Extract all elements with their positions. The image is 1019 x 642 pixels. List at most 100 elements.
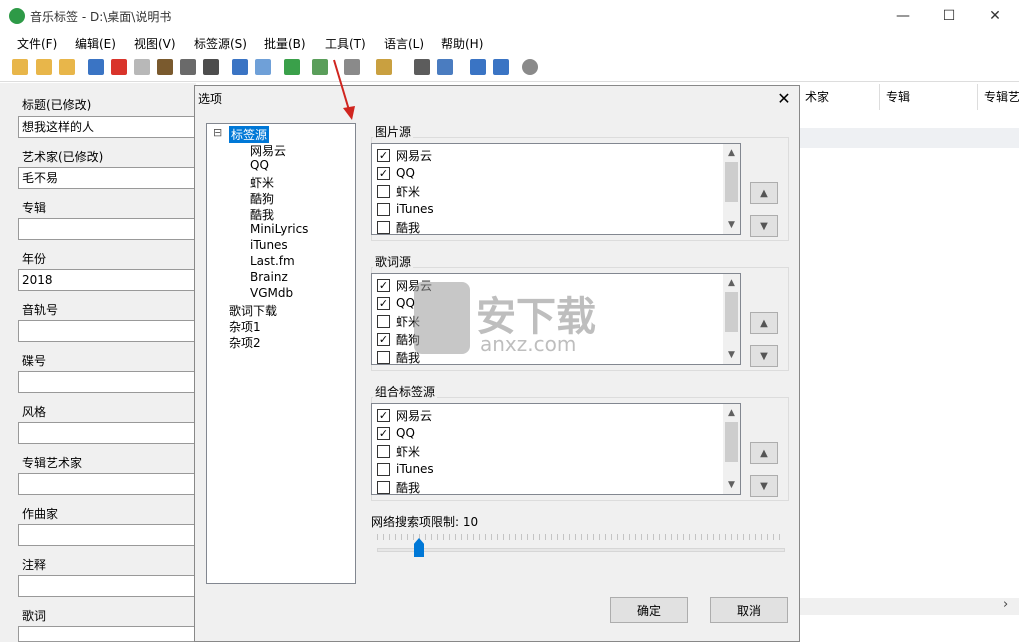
list-scrollbar[interactable]: ▲ ▼ xyxy=(723,144,740,234)
slider-thumb[interactable] xyxy=(414,538,424,557)
list-scrollbar[interactable]: ▲ ▼ xyxy=(723,274,740,364)
tools-icon[interactable] xyxy=(414,59,430,75)
list-item[interactable]: 虾米 xyxy=(377,442,420,460)
close-button[interactable]: ✕ xyxy=(972,0,1018,32)
combined-source-up-button[interactable]: ▲ xyxy=(750,442,778,464)
album-field[interactable] xyxy=(18,218,196,240)
ok-button[interactable]: 确定 xyxy=(610,597,688,623)
tree-node-brainz[interactable]: Brainz xyxy=(250,270,288,284)
checkbox[interactable] xyxy=(377,350,390,364)
tree-node-tag-source[interactable]: 标签源 xyxy=(229,126,270,143)
scroll-right-icon[interactable]: › xyxy=(1003,597,1008,612)
menu-file[interactable]: 文件(F) xyxy=(17,35,57,52)
maximize-button[interactable]: ☐ xyxy=(926,0,972,32)
delete-icon[interactable] xyxy=(111,59,127,75)
tree-node-lastfm[interactable]: Last.fm xyxy=(250,254,295,268)
composer-field[interactable] xyxy=(18,524,196,546)
menu-view[interactable]: 视图(V) xyxy=(134,35,176,52)
search-limit-slider[interactable] xyxy=(377,548,785,552)
tree-node-misc1[interactable]: 杂项1 xyxy=(229,318,261,335)
scroll-down-icon[interactable]: ▼ xyxy=(725,478,738,492)
track-field[interactable] xyxy=(18,320,196,342)
tree-node-qq[interactable]: QQ xyxy=(250,158,269,172)
checkbox[interactable]: ✓ xyxy=(377,166,390,180)
tree-node-misc2[interactable]: 杂项2 xyxy=(229,334,261,351)
tree-node-netease[interactable]: 网易云 xyxy=(250,142,286,159)
table-row[interactable] xyxy=(799,128,1019,148)
list-item[interactable]: ✓ QQ xyxy=(377,424,415,442)
menu-tag-source[interactable]: 标签源(S) xyxy=(194,35,247,52)
list-item[interactable]: iTunes xyxy=(377,460,434,478)
image-source-down-button[interactable]: ▼ xyxy=(750,215,778,237)
tree-node-minilyrics[interactable]: MiniLyrics xyxy=(250,222,308,236)
checkbox[interactable]: ✓ xyxy=(377,426,390,440)
menu-edit[interactable]: 编辑(E) xyxy=(75,35,116,52)
checkbox[interactable] xyxy=(377,184,390,198)
lyrics-source-down-button[interactable]: ▼ xyxy=(750,345,778,367)
checkbox[interactable] xyxy=(377,462,390,476)
tree-collapse-icon[interactable]: ⊟ xyxy=(213,126,222,139)
checkbox[interactable] xyxy=(377,314,390,328)
scroll-up-icon[interactable]: ▲ xyxy=(725,406,738,420)
book-icon[interactable] xyxy=(157,59,173,75)
wrench-icon[interactable] xyxy=(180,59,196,75)
list-item[interactable]: iTunes xyxy=(377,200,434,218)
disc-field[interactable] xyxy=(18,371,196,393)
scroll-up-icon[interactable]: ▲ xyxy=(725,146,738,160)
scroll-thumb[interactable] xyxy=(725,292,738,332)
scroll-up-icon[interactable]: ▲ xyxy=(725,276,738,290)
undo-icon[interactable] xyxy=(134,59,150,75)
clock-icon[interactable] xyxy=(203,59,219,75)
list-item[interactable]: 酷我 xyxy=(377,348,420,364)
scroll-down-icon[interactable]: ▼ xyxy=(725,348,738,362)
copy-icon[interactable] xyxy=(437,59,453,75)
tree-node-lyrics-download[interactable]: 歌词下载 xyxy=(229,302,277,319)
tree-node-kugou[interactable]: 酷狗 xyxy=(250,190,274,207)
column-header-artist[interactable]: 术家 xyxy=(799,84,879,110)
table-icon[interactable] xyxy=(255,59,271,75)
column-header-album-artist[interactable]: 专辑艺 xyxy=(977,84,1019,110)
tag-icon[interactable] xyxy=(376,59,392,75)
genre-field[interactable] xyxy=(18,422,196,444)
year-field[interactable]: 2018 xyxy=(18,269,196,291)
checkbox[interactable] xyxy=(377,480,390,494)
list-scrollbar[interactable]: ▲ ▼ xyxy=(723,404,740,494)
checkbox[interactable] xyxy=(377,220,390,234)
scroll-thumb[interactable] xyxy=(725,422,738,462)
open-folder-icon[interactable] xyxy=(12,59,28,75)
save-icon[interactable] xyxy=(88,59,104,75)
album-artist-field[interactable] xyxy=(18,473,196,495)
list-item[interactable]: ✓ QQ xyxy=(377,294,415,312)
list-item[interactable]: ✓ 网易云 xyxy=(377,146,432,164)
checkbox[interactable] xyxy=(377,202,390,216)
horizontal-scrollbar[interactable]: › xyxy=(799,597,1019,615)
menu-tools[interactable]: 工具(T) xyxy=(325,35,366,52)
checkbox[interactable]: ✓ xyxy=(377,332,390,346)
grid-icon[interactable] xyxy=(232,59,248,75)
tree-node-vgmdb[interactable]: VGMdb xyxy=(250,286,293,300)
menu-batch[interactable]: 批量(B) xyxy=(264,35,306,52)
image-source-up-button[interactable]: ▲ xyxy=(750,182,778,204)
add-folder-icon[interactable] xyxy=(36,59,52,75)
combined-source-down-button[interactable]: ▼ xyxy=(750,475,778,497)
lyrics-source-up-button[interactable]: ▲ xyxy=(750,312,778,334)
tree-node-itunes[interactable]: iTunes xyxy=(250,238,288,252)
list-item[interactable]: 酷我 xyxy=(377,218,420,234)
checkbox[interactable]: ✓ xyxy=(377,296,390,310)
checkbox[interactable]: ✓ xyxy=(377,148,390,162)
scroll-thumb[interactable] xyxy=(725,162,738,202)
list-item[interactable]: ✓ 网易云 xyxy=(377,406,432,424)
checkbox[interactable] xyxy=(377,444,390,458)
column-header-album[interactable]: 专辑 xyxy=(879,84,977,110)
tree-node-kuwo[interactable]: 酷我 xyxy=(250,206,274,223)
menu-help[interactable]: 帮助(H) xyxy=(441,35,483,52)
minimize-button[interactable]: — xyxy=(880,0,926,32)
menu-language[interactable]: 语言(L) xyxy=(384,35,424,52)
checkbox[interactable]: ✓ xyxy=(377,278,390,292)
title-field[interactable]: 想我这样的人 xyxy=(18,116,196,138)
comment-field[interactable] xyxy=(18,575,196,597)
gear-icon[interactable] xyxy=(522,59,538,75)
cancel-button[interactable]: 取消 xyxy=(710,597,788,623)
list-item[interactable]: 酷我 xyxy=(377,478,420,494)
checkbox[interactable]: ✓ xyxy=(377,408,390,422)
